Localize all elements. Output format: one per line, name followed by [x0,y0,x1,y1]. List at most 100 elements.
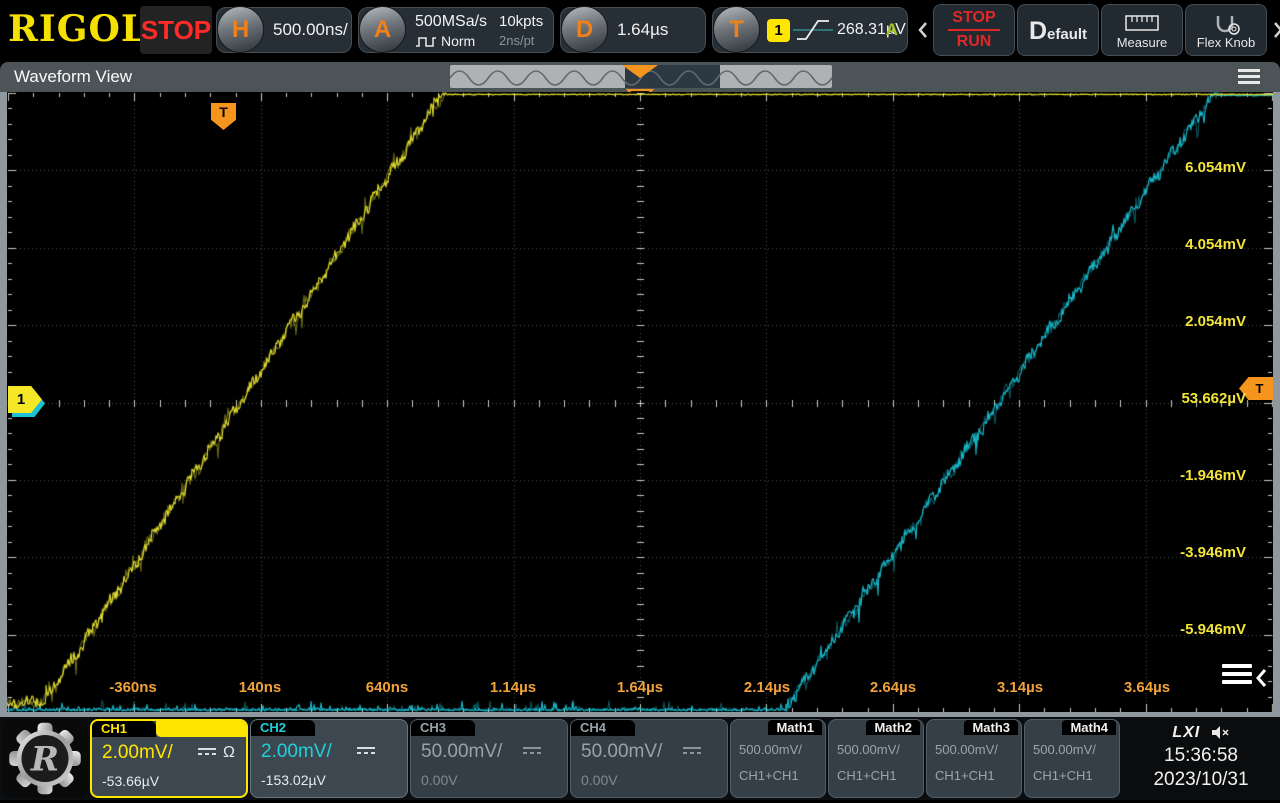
math2-expression: CH1+CH1 [837,768,897,783]
stop-run-button[interactable]: STOP RUN [933,4,1015,56]
sample-resolution-value: 2ns/pt [499,33,534,48]
dc-coupling-icon [357,747,375,754]
ch2-scale: 2.00mV/ [261,741,332,763]
math-box-math4[interactable]: Math4 500.00mV/ CH1+CH1 [1024,719,1120,798]
system-time: 15:36:58 [1124,745,1278,767]
ruler-icon [1125,14,1159,32]
dc-coupling-icon [523,747,541,754]
acquire-pill[interactable]: A 500MSa/s Norm 10kpts 2ns/pt [358,7,554,53]
math1-scale: 500.00mV/ [739,742,802,757]
volt-label: -1.946mV [1180,466,1246,486]
right-bezel [1273,92,1280,717]
channel-box-ch2[interactable]: CH2 2.00mV/ -153.02µV [250,719,408,798]
flex-knob-button[interactable]: Flex Knob [1185,4,1267,56]
channel-box-ch1[interactable]: CH1 2.00mV/ Ω -53.66µV [90,719,248,798]
t-key-button[interactable]: T [713,6,760,53]
volt-label: 2.054mV [1185,312,1246,332]
math2-scale: 500.00mV/ [837,742,900,757]
speaker-muted-icon [1210,724,1230,741]
chevron-right-icon[interactable] [1272,21,1280,39]
time-label: 3.14µs [997,678,1043,698]
collapse-chevron-icon [1254,666,1268,690]
time-label: 2.14µs [744,678,790,698]
left-bezel [0,92,7,717]
d-key-button[interactable]: D [561,6,608,53]
ch4-scale: 50.00mV/ [581,741,662,763]
math1-expression: CH1+CH1 [739,768,799,783]
trigger-sweep-mode: A [886,8,898,52]
ch2-offset: -153.02µV [261,772,326,788]
chevron-left-icon[interactable] [917,21,929,39]
ch1-offset: -53.66µV [102,773,159,789]
ch4-offset: 0.00V [581,772,618,788]
waveform-canvas[interactable] [0,92,1280,717]
default-button[interactable]: Default [1017,4,1099,56]
rising-edge-icon [793,15,833,45]
rigol-gear-button[interactable]: R [2,719,88,798]
time-label: 1.64µs [617,678,663,698]
math-box-math2[interactable]: Math2 500.00mV/ CH1+CH1 [828,719,924,798]
acquire-mode-label: Norm [441,33,475,49]
time-label: 1.14µs [490,678,536,698]
volt-label: 6.054mV [1185,158,1246,178]
math-box-math1[interactable]: Math1 500.00mV/ CH1+CH1 [730,719,826,798]
horizontal-scale-pill[interactable]: H 500.00ns/ [216,7,352,53]
rigol-logo: RIGOL [8,8,147,50]
stop-label: STOP [934,9,1014,27]
trigger-pill[interactable]: T 1 268.31µV A [712,7,908,53]
ch3-scale: 50.00mV/ [421,741,502,763]
ch3-offset: 0.00V [421,772,458,788]
run-label: RUN [934,33,1014,51]
graticule-menu-icon[interactable] [1222,664,1268,692]
dc-coupling-icon [198,748,216,755]
page-title: Waveform View [14,62,132,92]
horizontal-scale-value: 500.00ns/ [273,8,348,52]
channel-box-ch4[interactable]: CH4 50.00mV/ 0.00V [570,719,728,798]
channel-box-ch3[interactable]: CH3 50.00mV/ 0.00V [410,719,568,798]
math3-scale: 500.00mV/ [935,742,998,757]
math2-tab: Math2 [866,720,920,735]
math-box-math3[interactable]: Math3 500.00mV/ CH1+CH1 [926,719,1022,798]
time-label: 2.64µs [870,678,916,698]
math3-tab: Math3 [964,720,1018,735]
volt-label: 53.662µV [1181,389,1246,409]
math4-expression: CH1+CH1 [1033,768,1093,783]
top-status-bar: RIGOL STOP H 500.00ns/ A 500MSa/s Norm 1… [0,0,1280,60]
volt-label: 4.054mV [1185,235,1246,255]
time-label: 140ns [239,678,282,698]
system-info-box[interactable]: LXI 15:36:58 2023/10/31 [1124,719,1278,798]
acquire-mode-icon [415,35,437,49]
svg-text:R: R [30,739,59,779]
channel-status-bar: R CH1 2.00mV/ Ω -53.66µV CH2 2.00mV/ -15… [0,717,1280,800]
measure-button[interactable]: Measure [1101,4,1183,56]
waveform-overview-bar[interactable] [450,65,832,88]
sample-rate-value: 500MSa/s [415,13,487,31]
measure-label: Measure [1102,35,1182,50]
waveform-view-titlebar: Waveform View [0,62,1280,92]
ch3-tab: CH3 [411,720,475,736]
time-label: 640ns [366,678,409,698]
default-initial: D [1029,17,1047,45]
ch1-tab: CH1 [92,721,156,737]
menu-icon[interactable] [1238,69,1260,87]
knob-icon [1210,14,1242,36]
volt-label: -5.946mV [1180,620,1246,640]
ch1-scale: 2.00mV/ [102,742,173,764]
graticule-area: T 1 T 6.054mV 4.054mV 2.054mV 53.662µV -… [0,92,1280,717]
h-key-button[interactable]: H [217,6,264,53]
impedance-label: Ω [223,744,235,762]
a-key-button[interactable]: A [359,6,406,53]
run-state-indicator: STOP [140,6,212,54]
math3-expression: CH1+CH1 [935,768,995,783]
default-rest: efault [1047,26,1087,43]
ch4-tab: CH4 [571,720,635,736]
lxi-label: LXI [1172,724,1200,741]
math4-tab: Math4 [1062,720,1116,735]
memory-depth-value: 10kpts [499,13,543,30]
dc-coupling-icon [683,747,701,754]
trigger-source-badge: 1 [767,19,790,42]
time-label: 3.64µs [1124,678,1170,698]
flex-knob-label: Flex Knob [1186,35,1266,50]
delay-pill[interactable]: D 1.64µs [560,7,706,53]
rigol-gear-icon: R [2,719,88,798]
